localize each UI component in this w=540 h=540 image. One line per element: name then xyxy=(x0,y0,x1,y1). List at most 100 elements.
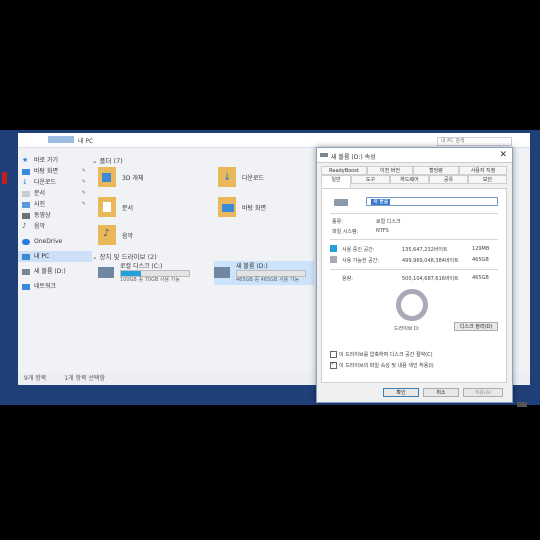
sidebar-item-volume-d[interactable]: 새 볼륨 (D:) xyxy=(18,266,92,277)
folder-downloads[interactable]: ↓ 다운로드 xyxy=(218,167,313,189)
sidebar-item-network[interactable]: 네트워크 xyxy=(18,281,92,292)
disk-cleanup-button[interactable]: 디스크 정리(D) xyxy=(454,322,498,331)
folders-group-header[interactable]: ⌄ 폴더 (7) xyxy=(92,155,123,165)
quick-access-toolbar[interactable] xyxy=(48,136,74,143)
drive-icon xyxy=(320,153,328,157)
chevron-down-icon: ⌄ xyxy=(92,157,100,165)
folder-3d-objects[interactable]: 3D 개체 xyxy=(98,167,198,189)
cancel-button[interactable]: 취소 xyxy=(423,388,459,397)
status-item-count: 9개 항목 xyxy=(24,375,47,382)
type-label: 종류: xyxy=(332,219,343,225)
download-icon: ↓ xyxy=(22,178,28,186)
sidebar-item-desktop[interactable]: 바탕 화면 ✎ xyxy=(18,166,92,177)
explorer-titlebar: 내 PC 내 PC 검색 xyxy=(18,133,530,148)
music-icon: ♪ xyxy=(22,222,27,230)
free-space-size: 465GB xyxy=(472,257,489,263)
tab-hardware[interactable]: 하드웨어 xyxy=(390,175,429,184)
pin-icon: ✎ xyxy=(81,168,86,174)
checkmark-icon: ✓ xyxy=(331,361,336,367)
folder-music[interactable]: ♪ 음악 xyxy=(98,225,198,247)
download-folder-icon: ↓ xyxy=(218,167,236,187)
desktop-icon xyxy=(22,169,30,175)
sidebar-item-videos[interactable]: 동영상 xyxy=(18,210,92,221)
type-value: 로컬 디스크 xyxy=(376,219,401,225)
drive-icon xyxy=(22,269,30,275)
star-icon: ★ xyxy=(22,156,29,164)
drive-c[interactable]: 로컬 디스크 (C:) 100GB 중 70GB 사용 가능 xyxy=(98,261,208,285)
free-space-bytes: 499,969,048,384바이트 xyxy=(402,258,459,264)
divider xyxy=(330,239,498,240)
chevron-down-icon: ⌄ xyxy=(92,253,100,261)
folder-documents[interactable]: 문서 xyxy=(98,197,198,219)
devices-group-header[interactable]: ⌄ 장치 및 드라이브 (2) xyxy=(92,251,157,261)
dialog-tabs: ReadyBoost 이전 버전 할당량 사용자 지정 일반 도구 하드웨어 공… xyxy=(321,166,507,188)
sidebar-item-this-pc[interactable]: 내 PC xyxy=(18,251,92,262)
folder-desktop[interactable]: 바탕 화면 xyxy=(218,197,313,219)
window-title: 내 PC xyxy=(78,138,94,145)
content-area: ⌄ 폴더 (7) 3D 개체 ↓ 다운로드 문서 바탕 화면 ♪ 음악 ⌄ 장치… xyxy=(92,155,317,370)
index-label: 이 드라이브의 파일 속성 및 내용 색인 허용(I) xyxy=(339,363,434,369)
used-space-label: 사용 중인 공간: xyxy=(342,247,375,253)
sidebar-item-onedrive[interactable]: OneDrive xyxy=(18,236,92,247)
capacity-bytes: 500,104,687,616바이트 xyxy=(402,276,459,282)
drive-icon xyxy=(214,267,230,278)
sidebar-item-pictures[interactable]: 사진 ✎ xyxy=(18,199,92,210)
general-tab-panel: 새 볼륨 종류: 로컬 디스크 파일 시스템: NTFS 사용 중인 공간: 1… xyxy=(321,188,507,383)
search-input[interactable]: 내 PC 검색 xyxy=(437,137,512,146)
picture-icon xyxy=(22,202,30,208)
divider xyxy=(330,213,498,214)
apply-button[interactable]: 적용(A) xyxy=(463,388,503,397)
capacity-size: 465GB xyxy=(472,275,489,281)
document-icon xyxy=(22,191,30,197)
status-selection: 1개 항목 선택함 xyxy=(64,375,105,382)
dialog-title: 새 볼륨 (D:) 속성 xyxy=(331,154,376,161)
sidebar-item-downloads[interactable]: ↓ 다운로드 ✎ xyxy=(18,177,92,188)
document-folder-icon xyxy=(98,197,116,217)
sidebar-item-music[interactable]: ♪ 음악 xyxy=(18,221,92,232)
tab-general[interactable]: 일반 xyxy=(321,175,351,188)
pin-icon: ✎ xyxy=(81,190,86,196)
drive-icon xyxy=(334,199,348,206)
pin-icon: ✎ xyxy=(81,179,86,185)
computer-icon xyxy=(22,254,30,260)
sidebar-item-documents[interactable]: 문서 ✎ xyxy=(18,188,92,199)
windows-drive-icon xyxy=(98,267,114,278)
sidebar-item-quick-access[interactable]: ★ 바로 가기 xyxy=(18,155,92,166)
close-icon[interactable]: ✕ xyxy=(499,150,507,160)
compress-checkbox[interactable] xyxy=(330,351,337,358)
folder-icon xyxy=(98,167,116,187)
desktop-folder-icon xyxy=(218,197,236,217)
compress-label: 이 드라이브를 압축하여 디스크 공간 절약(C) xyxy=(339,352,433,358)
drive-label: 드라이브 D: xyxy=(394,326,420,332)
tab-security[interactable]: 보안 xyxy=(468,175,507,184)
free-space-label: 사용 가능한 공간: xyxy=(342,258,380,264)
ok-button[interactable]: 확인 xyxy=(383,388,419,397)
tab-sharing[interactable]: 공유 xyxy=(429,175,468,184)
pin-icon: ✎ xyxy=(81,201,86,207)
drive-d[interactable]: 새 볼륨 (D:) 465GB 중 465GB 사용 가능 xyxy=(214,261,314,285)
used-space-swatch xyxy=(330,245,337,252)
used-space-size: 129MB xyxy=(472,246,490,252)
properties-dialog: 새 볼륨 (D:) 속성 ✕ ReadyBoost 이전 버전 할당량 사용자 … xyxy=(316,147,513,403)
tab-customize[interactable]: 사용자 지정 xyxy=(459,166,507,175)
disk-usage-donut xyxy=(396,289,428,321)
music-folder-icon: ♪ xyxy=(98,225,116,245)
taskbar-tray-icon xyxy=(517,402,527,407)
search-placeholder: 내 PC 검색 xyxy=(441,138,465,144)
network-icon xyxy=(22,284,30,290)
tab-readyboost[interactable]: ReadyBoost xyxy=(321,166,367,175)
video-icon xyxy=(22,213,30,219)
cloud-icon xyxy=(22,239,30,245)
capacity-label: 용량: xyxy=(342,276,353,282)
volume-name-field[interactable]: 새 볼륨 xyxy=(366,197,498,206)
tab-tools[interactable]: 도구 xyxy=(351,175,390,184)
used-space-bytes: 135,647,232바이트 xyxy=(402,247,448,253)
tab-previous-versions[interactable]: 이전 버전 xyxy=(367,166,413,175)
filesystem-value: NTFS xyxy=(376,228,389,234)
divider xyxy=(330,269,498,270)
index-checkbox[interactable]: ✓ xyxy=(330,361,337,369)
filesystem-label: 파일 시스템: xyxy=(332,229,359,235)
volume-name-value: 새 볼륨 xyxy=(371,199,391,205)
tab-quota[interactable]: 할당량 xyxy=(413,166,459,175)
app-icon xyxy=(2,172,7,184)
